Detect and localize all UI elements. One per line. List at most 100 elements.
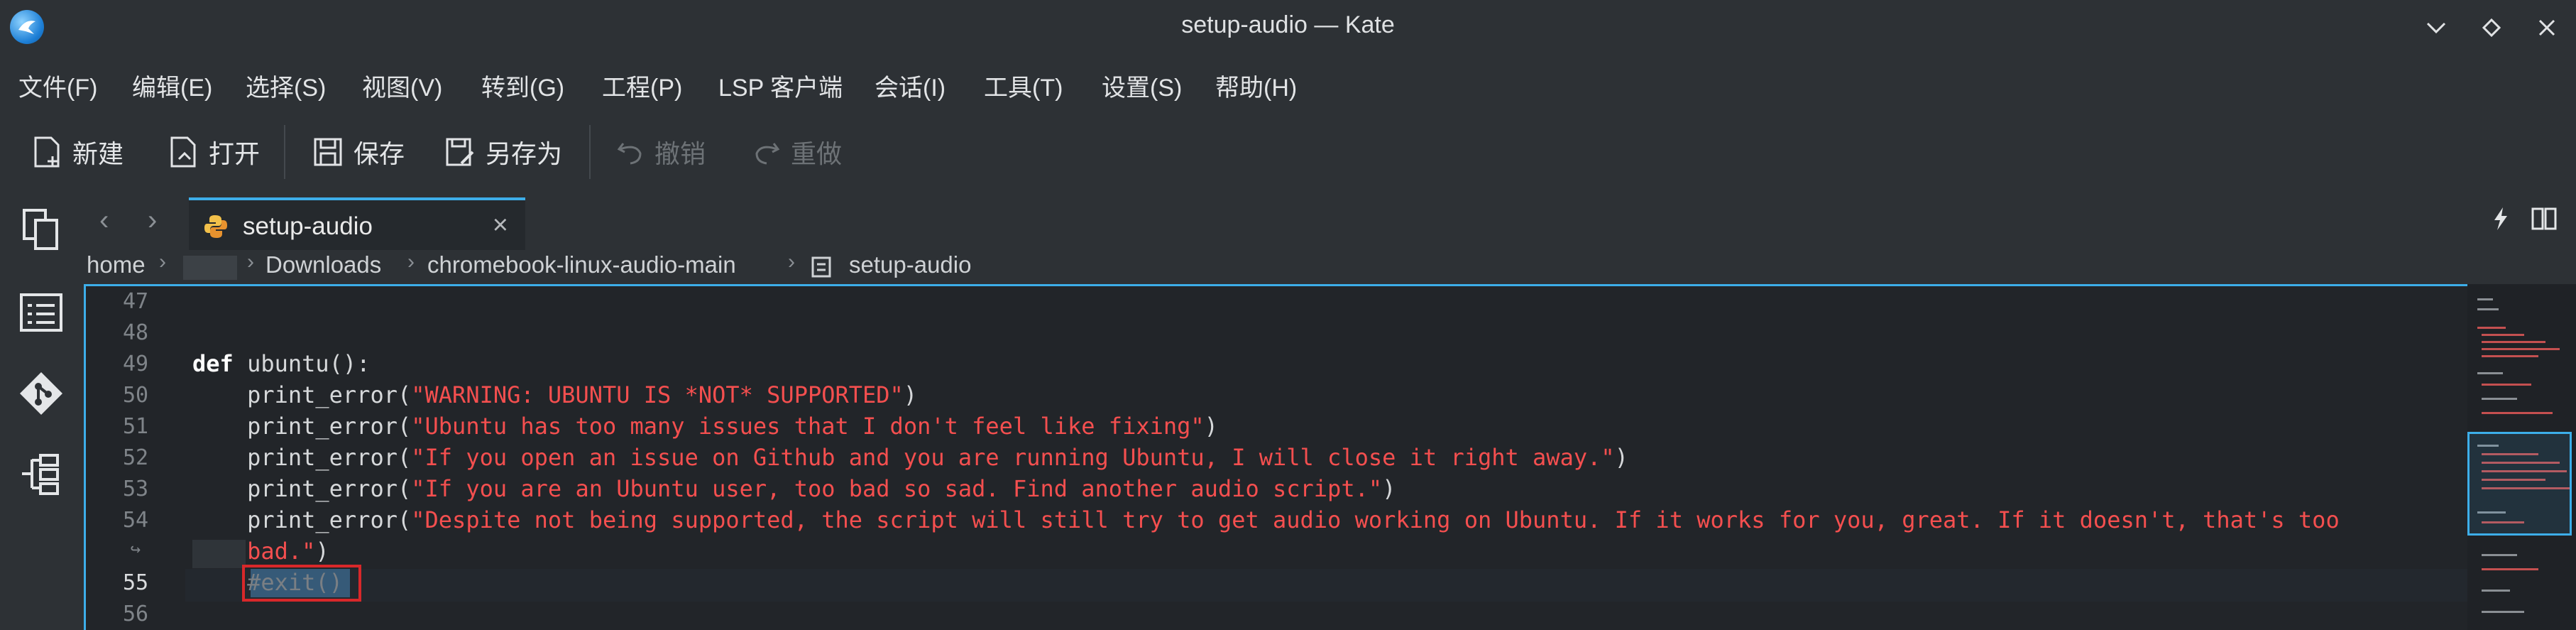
save-as-button[interactable]: 另存为 — [444, 131, 562, 173]
line-number: 52 — [122, 445, 149, 470]
string-literal: "WARNING: UBUNTU IS *NOT* SUPPORTED" — [411, 381, 904, 408]
menu-file[interactable]: 文件(F) — [18, 68, 97, 103]
line-number-gutter: 47 48 49 50 51 52 53 54 ↪ 55 56 — [86, 286, 185, 630]
open-file-icon — [170, 136, 196, 168]
forward-arrow-icon[interactable]: › — [148, 205, 157, 237]
code-line[interactable]: print_error("WARNING: UBUNTU IS *NOT* SU… — [192, 381, 917, 408]
menu-view[interactable]: 视图(V) — [362, 68, 442, 103]
line-number-current: 55 — [122, 570, 149, 595]
string-literal: bad." — [247, 538, 316, 565]
line-number: 48 — [122, 320, 149, 345]
project-structure-icon[interactable] — [14, 447, 68, 501]
menu-help[interactable]: 帮助(H) — [1215, 68, 1297, 103]
tab-setup-audio[interactable]: setup-audio × — [189, 197, 525, 253]
line-number: 47 — [122, 289, 149, 314]
code-text: print_error( — [192, 506, 412, 533]
save-button[interactable]: 保存 — [312, 131, 405, 173]
string-literal: "Ubuntu has too many issues that I don't… — [411, 413, 1205, 440]
main-toolbar: 新建 打开 保存 另存为 撤销 重做 — [0, 112, 2576, 194]
breadcrumb-hidden-segment[interactable] — [183, 256, 237, 280]
code-line[interactable]: print_error("Despite not being supported… — [192, 506, 2340, 533]
minimize-icon[interactable] — [2421, 13, 2451, 43]
file-icon — [811, 256, 831, 278]
breadcrumb: home › › Downloads › chromebook-linux-au… — [84, 250, 2576, 284]
code-text: ) — [1614, 444, 1628, 471]
minimap[interactable] — [2467, 284, 2576, 630]
tab-bar: ‹ › setup-audio × — [84, 192, 2576, 253]
minimap-viewport[interactable] — [2467, 432, 2572, 536]
save-as-icon — [446, 138, 474, 166]
line-number: 54 — [122, 508, 149, 533]
new-label: 新建 — [72, 139, 124, 168]
title-bar: setup-audio — Kate — [0, 0, 2576, 54]
chevron-right-icon: › — [247, 250, 254, 273]
documents-icon[interactable] — [14, 203, 68, 257]
string-literal: "If you are an Ubuntu user, too bad so s… — [411, 475, 1383, 502]
maximize-icon[interactable] — [2477, 13, 2506, 43]
new-button[interactable]: 新建 — [31, 131, 124, 173]
toolbar-separator — [589, 125, 591, 179]
code-editor[interactable]: 47 48 49 50 51 52 53 54 ↪ 55 56 def ubun… — [84, 284, 2576, 630]
code-text: ) — [1382, 475, 1396, 502]
menu-edit[interactable]: 编辑(E) — [132, 68, 212, 103]
git-icon[interactable] — [14, 366, 68, 420]
python-file-icon — [204, 215, 227, 238]
code-line[interactable]: print_error("Ubuntu has too many issues … — [192, 413, 1218, 440]
tab-label: setup-audio — [243, 212, 373, 240]
menu-tools[interactable]: 工具(T) — [984, 68, 1063, 103]
save-icon — [314, 138, 342, 166]
code-line-wrapped[interactable]: bad.") — [192, 538, 329, 565]
window-title: setup-audio — Kate — [1181, 11, 1395, 38]
close-icon[interactable] — [2532, 13, 2562, 43]
quick-open-icon[interactable] — [2490, 205, 2511, 237]
menu-select[interactable]: 选择(S) — [246, 68, 326, 103]
code-text: ) — [903, 381, 918, 408]
menu-goto[interactable]: 转到(G) — [481, 68, 564, 103]
breadcrumb-downloads[interactable]: Downloads — [265, 251, 381, 278]
undo-button[interactable]: 撤销 — [616, 131, 706, 173]
breadcrumb-file[interactable]: setup-audio — [849, 251, 971, 278]
code-text: print_error( — [192, 413, 412, 440]
split-view-icon[interactable] — [2530, 205, 2558, 237]
open-label: 打开 — [209, 139, 261, 168]
line-number: 53 — [122, 477, 149, 501]
code-text: ) — [1204, 413, 1218, 440]
current-line-highlight — [185, 569, 2470, 602]
wrap-indicator-icon: ↪ — [130, 539, 141, 559]
code-text: ubuntu(): — [233, 350, 371, 377]
menu-lsp-client[interactable]: LSP 客户端 — [718, 68, 843, 103]
line-number: 51 — [122, 414, 149, 439]
string-literal: "Despite not being supported, the script… — [411, 506, 2340, 533]
line-number: 50 — [122, 383, 149, 408]
code-text: print_error( — [192, 475, 412, 502]
toolbar-separator — [284, 125, 285, 179]
menu-bar: 文件(F) 编辑(E) 选择(S) 视图(V) 转到(G) 工程(P) LSP … — [0, 54, 2576, 112]
string-literal: "If you open an issue on Github and you … — [411, 444, 1615, 471]
open-button[interactable]: 打开 — [168, 131, 260, 173]
chevron-right-icon: › — [788, 250, 795, 273]
back-arrow-icon[interactable]: ‹ — [99, 205, 109, 237]
breadcrumb-folder[interactable]: chromebook-linux-audio-main — [427, 251, 736, 278]
undo-icon — [617, 143, 642, 165]
menu-sessions[interactable]: 会话(I) — [875, 68, 946, 103]
keyword: def — [192, 350, 234, 377]
chevron-right-icon: › — [407, 250, 415, 273]
chevron-right-icon: › — [159, 250, 166, 273]
redo-button[interactable]: 重做 — [752, 131, 842, 173]
code-text: print_error( — [192, 381, 412, 408]
tab-close-icon[interactable]: × — [493, 210, 508, 241]
code-line[interactable]: def ubuntu(): — [192, 350, 370, 377]
menu-settings[interactable]: 设置(S) — [1102, 68, 1182, 103]
menu-project[interactable]: 工程(P) — [602, 68, 682, 103]
code-line[interactable]: print_error("If you open an issue on Git… — [192, 444, 1628, 471]
symbols-list-icon[interactable] — [14, 286, 68, 340]
code-text: print_error( — [192, 444, 412, 471]
save-label: 保存 — [353, 139, 405, 168]
breadcrumb-home[interactable]: home — [87, 251, 146, 278]
save-as-label: 另存为 — [486, 139, 563, 168]
redo-icon — [755, 143, 780, 165]
undo-label: 撤销 — [654, 139, 706, 168]
code-line[interactable]: print_error("If you are an Ubuntu user, … — [192, 475, 1396, 502]
